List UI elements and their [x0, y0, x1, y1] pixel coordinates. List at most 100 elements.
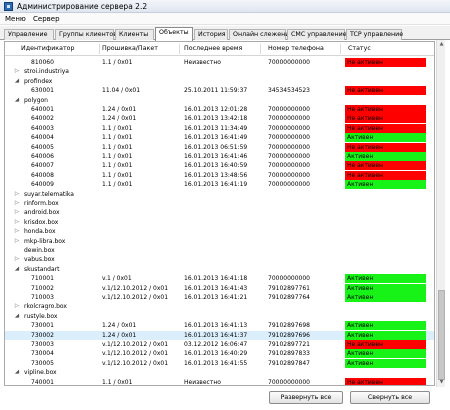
tree-expander-icon[interactable]: ◢	[13, 265, 21, 274]
expand-all-button[interactable]: Развернуть все	[269, 391, 343, 404]
column-divider[interactable]	[179, 44, 180, 54]
table-row[interactable]: 730003 v.1/12.10.2012 / 0x01 03.12.2012 16…	[5, 340, 434, 349]
table-row[interactable]: 710002 v.1/12.10.2012 / 0x01 16.01.2013 16…	[5, 283, 434, 293]
last-time-cell: 16.01.2013 16:41:18	[184, 275, 248, 283]
tree-group-row[interactable]: ▷ rkolcragro.box	[5, 302, 434, 311]
tree-group-row[interactable]: ▷ krisdox.box	[5, 218, 434, 227]
table-row[interactable]: 640009 1.1 / 0x01 16.01.2013 16:41:19 70000…	[5, 180, 434, 190]
tab-sms-control[interactable]: СМС управление	[287, 29, 347, 40]
table-row[interactable]: 630001 11.04 / 0x01 25.10.2011 11:59:37 345…	[5, 86, 434, 96]
table-row[interactable]: 640004 1.1 / 0x01 16.01.2013 16:41:49 70000…	[5, 133, 434, 143]
tree-expander-icon[interactable]: ▷	[13, 190, 21, 199]
column-header-id[interactable]: Идентификатор	[21, 45, 74, 52]
column-header-phone[interactable]: Номер телефона	[268, 45, 324, 52]
phone-cell: 79102897698	[268, 322, 310, 330]
tree-group-row[interactable]: dewin.box	[5, 246, 434, 255]
tree-group-row[interactable]: ▷ rinform.box	[5, 199, 434, 208]
tree-expander-icon[interactable]: ◢	[13, 312, 21, 321]
firmware-cell: 1.1 / 0x01	[102, 124, 133, 132]
tree-group-row[interactable]: ▷ honda.box	[5, 227, 434, 236]
tree-expander-icon[interactable]: ▷	[13, 67, 21, 76]
firmware-cell: 1.1 / 0x01	[102, 143, 133, 151]
collapse-all-button[interactable]: Свернуть все	[350, 391, 430, 404]
group-name: mkp-libra.box	[24, 237, 66, 245]
tab-strip: Управление Группы клиентов Клиенты Объек…	[0, 26, 450, 41]
last-time-cell: 25.10.2011 11:59:37	[184, 87, 248, 95]
table-row[interactable]: 730005 v.1/12.10.2012 / 0x01 16.01.2013 16…	[5, 358, 434, 368]
object-id: 730001	[31, 322, 54, 330]
tree-expander-icon[interactable]: ◢	[13, 368, 21, 377]
tree-expander-icon[interactable]: ▷	[13, 199, 21, 208]
table-row[interactable]: 730002 1.24 / 0x01 16.01.2013 16:41:37 7910…	[5, 330, 434, 340]
last-time-cell: 16.01.2013 16:41:13	[184, 322, 248, 330]
table-row[interactable]: 640007 1.1 / 0x01 16.01.2013 16:40:59 70000…	[5, 161, 434, 171]
tree-group-row[interactable]: ▷ vabus.box	[5, 255, 434, 264]
tab-tcp-control[interactable]: TCP управление	[346, 29, 403, 40]
tree-group-row[interactable]: ◢ skustandart	[5, 265, 434, 274]
scroll-down-arrow-icon[interactable]: ▼	[438, 379, 445, 386]
table-row[interactable]: 640008 1.1 / 0x01 16.01.2013 13:48:56 70000…	[5, 170, 434, 180]
tab-online-tracking[interactable]: Онлайн слежение	[229, 29, 293, 40]
tree-expander-icon[interactable]: ▷	[13, 255, 21, 264]
tree-expander-icon[interactable]: ◢	[13, 96, 21, 105]
tree-group-row[interactable]: ◢ vipline.box	[5, 368, 434, 377]
tree-group-row[interactable]: ▷ stroi.industriya	[5, 67, 434, 76]
menu-item-main[interactable]: Меню	[5, 15, 26, 23]
table-row[interactable]: 640005 1.1 / 0x01 16.01.2013 06:51:59 70000…	[5, 142, 434, 152]
tab-management[interactable]: Управление	[4, 29, 54, 40]
table-row[interactable]: 730004 v.1/12.10.2012 / 0x01 16.01.2013 16…	[5, 349, 434, 359]
tree-group-row[interactable]: ▷ android.box	[5, 208, 434, 217]
menu-item-server[interactable]: Сервер	[33, 15, 60, 23]
table-row[interactable]: 740001 1.1 / 0x01 Неизвестно 70000000000 Не …	[5, 377, 434, 385]
scroll-up-arrow-icon[interactable]: ▲	[438, 41, 445, 48]
tree-expander-icon[interactable]: ▷	[13, 227, 21, 236]
last-time-cell: 16.01.2013 16:41:37	[184, 331, 248, 339]
tab-client-groups[interactable]: Группы клиентов	[55, 29, 117, 40]
last-time-cell: 16.01.2013 13:48:56	[184, 171, 248, 179]
object-id: 640006	[31, 153, 54, 160]
tree-group-row[interactable]: ▷ mkp-libra.box	[5, 237, 434, 246]
tree-group-row[interactable]: ◢ profindex	[5, 77, 434, 86]
phone-cell: 70000000000	[268, 153, 310, 160]
tree-group-row[interactable]: ◢ rustyle.box	[5, 312, 434, 321]
group-name: android.box	[24, 209, 60, 217]
last-time-cell: 16.01.2013 13:42:18	[184, 115, 248, 123]
status-badge: Не активен	[345, 86, 426, 96]
table-row[interactable]: 810060 1.1 / 0x01 Неизвестно 70000000000 Не …	[5, 58, 434, 67]
phone-cell: 79102897764	[268, 294, 310, 301]
status-badge: Активен	[345, 152, 426, 161]
table-row[interactable]: 710001 v.1 / 0x01 16.01.2013 16:41:18 70000…	[5, 274, 434, 284]
tree-group-row[interactable]: ◢ polygon	[5, 96, 434, 105]
tree-expander-icon[interactable]: ◢	[13, 77, 21, 86]
tab-objects[interactable]: Объекты	[155, 27, 193, 41]
column-divider[interactable]	[99, 44, 100, 54]
table-row[interactable]: 710003 v.1/12.10.2012 / 0x01 16.01.2013 16…	[5, 293, 434, 302]
vertical-scrollbar[interactable]: ▲ ▼	[436, 40, 445, 387]
tree-expander-icon[interactable]: ▷	[13, 208, 21, 217]
status-badge: Не активен	[345, 105, 426, 114]
tree-group-row[interactable]: ▷ suyar.telematika	[5, 190, 434, 199]
tab-clients[interactable]: Клиенты	[115, 29, 154, 40]
table-row[interactable]: 640002 1.24 / 0x01 16.01.2013 13:42:18 7000…	[5, 114, 434, 124]
table-row[interactable]: 640006 1.1 / 0x01 16.01.2013 16:41:46 70000…	[5, 152, 434, 161]
last-time-cell: 16.01.2013 16:40:29	[184, 350, 248, 358]
status-badge: Активен	[345, 349, 426, 359]
tree-expander-icon[interactable]: ▷	[13, 218, 21, 227]
phone-cell: 70000000000	[268, 181, 310, 189]
column-header-firmware[interactable]: Прошивка/Пакет	[102, 45, 158, 52]
tree-expander-icon[interactable]: ▷	[13, 237, 21, 246]
column-divider[interactable]	[340, 44, 341, 54]
tree-expander-icon[interactable]: ▷	[13, 302, 21, 311]
column-header-last-time[interactable]: Последнее время	[184, 45, 242, 52]
firmware-cell: 1.1 / 0x01	[102, 162, 133, 170]
table-row[interactable]: 730001 1.24 / 0x01 16.01.2013 16:41:13 7910…	[5, 321, 434, 331]
phone-cell: 70000000000	[268, 143, 310, 151]
column-header-status[interactable]: Статус	[348, 45, 371, 52]
tab-history[interactable]: История	[194, 29, 228, 40]
column-divider[interactable]	[260, 44, 261, 54]
scrollbar-thumb[interactable]	[438, 290, 445, 380]
table-row[interactable]: 640001 1.24 / 0x01 16.01.2013 12:01:28 7000…	[5, 105, 434, 114]
status-badge: Активен	[345, 358, 426, 368]
table-row[interactable]: 640003 1.1 / 0x01 16.01.2013 11:34:49 70000…	[5, 123, 434, 133]
objects-tree-table: Идентификатор Прошивка/Пакет Последнее в…	[4, 41, 435, 386]
